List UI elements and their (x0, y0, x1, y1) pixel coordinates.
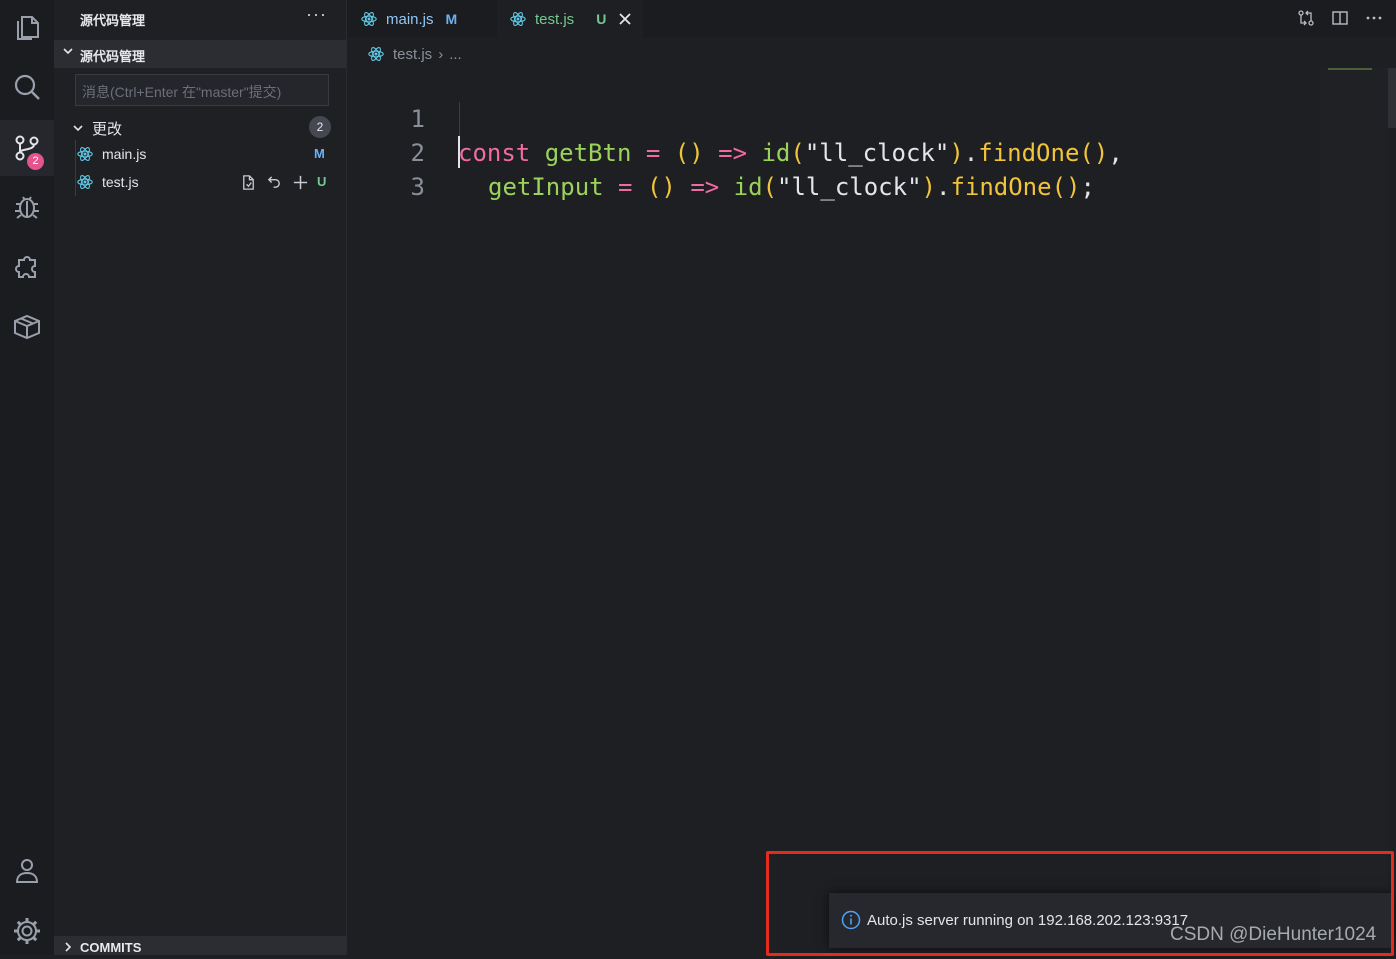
source-control-sidebar: 源代码管理 ··· 源代码管理 消息(Ctrl+Enter 在"master"提… (54, 0, 347, 955)
commits-label: COMMITS (80, 940, 142, 955)
debug-icon (15, 196, 39, 219)
source-control-button[interactable]: 2 (0, 120, 54, 176)
open-file-icon (242, 174, 254, 190)
extensions-button[interactable] (0, 238, 54, 294)
file-name: main.js (102, 146, 147, 162)
sidebar-title: 源代码管理 (80, 13, 146, 28)
search-button[interactable] (0, 60, 54, 116)
code-editor[interactable]: 1 const getBtn = () => id("ll_clock").fi… (347, 68, 1319, 955)
tab-status-untracked: U (596, 11, 607, 27)
file-status-modified: M (314, 146, 325, 161)
account-icon (15, 859, 39, 883)
stage-changes-button[interactable] (290, 172, 310, 192)
chevron-right-icon: › (438, 45, 444, 63)
commits-section-header[interactable]: COMMITS (54, 936, 346, 955)
chevron-down-icon (73, 125, 83, 132)
source-control-section-header[interactable]: 源代码管理 (54, 40, 346, 68)
account-button[interactable] (0, 843, 54, 899)
settings-gear-icon (14, 918, 40, 944)
breadcrumb-file[interactable]: test.js (393, 46, 432, 63)
react-file-icon (77, 147, 93, 161)
sidebar-more-button[interactable]: ··· (306, 4, 327, 25)
compare-changes-icon (1298, 10, 1314, 26)
extensions-icon (15, 256, 36, 278)
plus-icon (293, 175, 307, 189)
more-icon (1366, 16, 1382, 20)
code-line-1: 1 const getBtn = () => id("ll_clock").fi… (347, 68, 1319, 167)
changed-file-main-js[interactable]: main.js M (54, 141, 346, 167)
line-number: 3 (410, 173, 425, 201)
tab-status-modified: M (445, 11, 458, 27)
chevron-down-icon (63, 48, 73, 55)
settings-button[interactable] (0, 903, 54, 959)
file-name: test.js (102, 174, 139, 190)
open-file-button[interactable] (238, 172, 258, 192)
minimap-content (1328, 68, 1372, 70)
search-icon (14, 74, 40, 100)
undo-icon (267, 175, 280, 188)
file-actions (238, 172, 310, 192)
watermark: CSDN @DieHunter1024 (1170, 924, 1377, 945)
react-file-icon (510, 12, 526, 26)
discard-changes-button[interactable] (264, 172, 284, 192)
tab-test-js[interactable]: test.js U (497, 0, 643, 38)
debug-button[interactable] (0, 178, 54, 234)
files-icon (17, 16, 39, 40)
changed-file-test-js[interactable]: test.js U (54, 169, 346, 195)
tab-main-js[interactable]: main.js M (360, 0, 500, 38)
tab-label: main.js (386, 10, 434, 28)
vertical-scrollbar[interactable] (1388, 68, 1396, 128)
file-status-untracked: U (317, 174, 327, 189)
more-actions-button[interactable] (1364, 8, 1384, 28)
tab-label: test.js (535, 10, 575, 28)
close-icon[interactable] (618, 12, 632, 26)
changes-label: 更改 (92, 121, 123, 138)
react-file-icon (77, 175, 93, 189)
package-icon (14, 314, 40, 340)
code-line-2: 2 getInput = () => id("ll_clock").findOn… (347, 102, 1319, 201)
commit-message-input[interactable]: 消息(Ctrl+Enter 在"master"提交) (75, 74, 329, 106)
section-label: 源代码管理 (80, 49, 146, 64)
react-file-icon (368, 47, 384, 61)
text-cursor (458, 136, 460, 168)
source-control-badge: 2 (27, 153, 44, 170)
package-button[interactable] (0, 298, 54, 354)
react-file-icon (361, 12, 377, 26)
activity-bar: 2 (0, 0, 54, 955)
minimap[interactable] (1320, 68, 1388, 955)
split-editor-icon (1332, 11, 1348, 25)
editor-tabbar: main.js M test.js U (347, 0, 1396, 38)
open-changes-button[interactable] (1296, 8, 1316, 28)
code-line-3: 3 (347, 136, 1319, 201)
editor-actions (1296, 8, 1384, 28)
breadcrumb-more[interactable]: ... (449, 46, 462, 63)
chevron-right-icon (65, 942, 72, 952)
line-content: getInput = () => id("ll_clock").findOne(… (488, 173, 1095, 201)
split-editor-button[interactable] (1330, 8, 1350, 28)
changes-count-badge: 2 (309, 116, 331, 138)
explorer-button[interactable] (0, 0, 54, 56)
changes-group[interactable]: 更改 2 (54, 114, 346, 140)
breadcrumb: test.js › ... (347, 40, 462, 68)
